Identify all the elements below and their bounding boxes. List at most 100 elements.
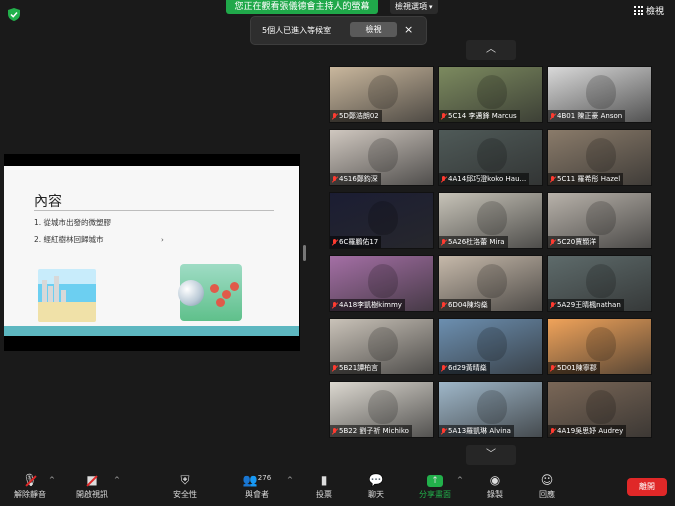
participant-name-label: 5D鄭浩朗02: [330, 110, 382, 122]
waiting-room-view-button[interactable]: 檢視: [350, 22, 397, 37]
participant-name-label: 6D04陳均燊: [439, 299, 491, 311]
city-beach-illustration: [38, 269, 96, 322]
participant-tile[interactable]: 5C20賈顥洋: [547, 192, 652, 249]
participant-tile[interactable]: 4B01 陳正豪 Anson: [547, 66, 652, 123]
video-options-chevron-icon[interactable]: ^: [114, 476, 120, 484]
mic-muted-icon: 🎙: [12, 472, 48, 489]
gallery-next-page-button[interactable]: ﹀: [466, 445, 516, 465]
participant-name-label: 5D01陳寧郡: [548, 362, 600, 374]
participant-name: 5A13羅凱琳 Alvina: [448, 427, 511, 435]
participant-tile[interactable]: 4A19吳思妤 Audrey: [547, 381, 652, 438]
mic-muted-icon: [548, 110, 557, 122]
share-options-chevron-icon[interactable]: ^: [457, 476, 463, 484]
gallery-prev-page-button[interactable]: ︿: [466, 40, 516, 60]
audio-options-chevron-icon[interactable]: ^: [49, 476, 55, 484]
polls-button[interactable]: ▮ 投票: [309, 472, 339, 500]
reactions-button[interactable]: ☺ 回應: [532, 472, 562, 500]
presentation-slide: 內容 1. 從城市出發的微塑膠 2. 經紅樹林回歸城市 ›: [4, 166, 299, 336]
participant-name: 5B22 劉子祈 Michiko: [339, 427, 409, 435]
participant-tile[interactable]: 4S16鄭鈞深: [329, 129, 434, 186]
mic-muted-icon: [439, 110, 448, 122]
participant-name: 5C14 李邁鋒 Marcus: [448, 112, 517, 120]
participant-name: 6d29黃晴燊: [448, 364, 487, 372]
participant-name: 5B21譚柏言: [339, 364, 379, 372]
slide-item: 2. 經紅樹林回歸城市: [34, 235, 104, 244]
participant-name-label: 4B01 陳正豪 Anson: [548, 110, 626, 122]
participant-name-label: 5C20賈顥洋: [548, 236, 600, 248]
grid-icon: [634, 6, 643, 15]
participant-tile[interactable]: 5A13羅凱琳 Alvina: [438, 381, 543, 438]
waiting-room-notice: 5個人已進入等候室 檢視 ×: [250, 16, 427, 45]
participant-name: 5C11 羅希彤 Hazel: [557, 175, 621, 183]
participant-name-label: 5A29王晴楓nathan: [548, 299, 624, 311]
participant-video: [586, 390, 616, 424]
participant-name: 5D鄭浩朗02: [339, 112, 379, 120]
participant-name: 4A18李凱樹kimmy: [339, 301, 402, 309]
start-video-button[interactable]: ■ 開啟視訊: [72, 472, 112, 500]
leave-meeting-button[interactable]: 離開: [627, 478, 667, 496]
participant-tile[interactable]: 5C11 羅希彤 Hazel: [547, 129, 652, 186]
participant-tile[interactable]: 6d29黃晴燊: [438, 318, 543, 375]
participant-tile[interactable]: 5C14 李邁鋒 Marcus: [438, 66, 543, 123]
participants-label: 與會者: [245, 490, 269, 499]
reactions-label: 回應: [539, 490, 555, 499]
emoji-plus-icon: ☺: [540, 473, 554, 487]
security-label: 安全性: [173, 490, 197, 499]
unmute-button[interactable]: 🎙 解除靜音: [12, 472, 48, 500]
viewing-share-banner: 您正在觀看張儀德會主持人的螢幕: [226, 0, 378, 14]
view-button[interactable]: 檢視: [634, 6, 664, 18]
participant-name-label: 6C羅鵬佑17: [330, 236, 382, 248]
share-screen-label: 分享畫面: [419, 490, 451, 499]
participant-video: [477, 390, 507, 424]
participants-icon: 👥276: [242, 473, 272, 487]
participant-tile[interactable]: 4A18李凱樹kimmy: [329, 255, 434, 312]
share-screen-button[interactable]: ↑ 分享畫面: [414, 472, 456, 500]
participant-video: [586, 327, 616, 361]
participant-count: 276: [257, 474, 272, 482]
mic-muted-icon: [548, 173, 557, 185]
participant-video: [586, 201, 616, 235]
mic-muted-icon: [548, 362, 557, 374]
participant-video: [477, 327, 507, 361]
mic-muted-icon: [330, 425, 339, 437]
participant-tile[interactable]: 5D鄭浩朗02: [329, 66, 434, 123]
participant-tile[interactable]: 5A26杜洛蕾 Mira: [438, 192, 543, 249]
split-resize-handle[interactable]: [303, 245, 306, 261]
participant-video: [477, 264, 507, 298]
participant-video: [368, 138, 398, 172]
participant-name: 4S16鄭鈞深: [339, 175, 378, 183]
record-button[interactable]: ◉ 錄製: [480, 472, 510, 500]
participants-chevron-icon[interactable]: ^: [287, 476, 293, 484]
participant-name: 4A14邱巧澄koko Hau...: [448, 175, 527, 183]
mic-muted-icon: [439, 236, 448, 248]
view-options-button[interactable]: 檢視選項 ▾: [390, 0, 438, 14]
waiting-room-message: 5個人已進入等候室: [262, 26, 332, 35]
security-button[interactable]: ⛨ 安全性: [168, 472, 202, 500]
start-video-label: 開啟視訊: [76, 490, 108, 499]
participant-tile[interactable]: 6D04陳均燊: [438, 255, 543, 312]
slide-footer-bar: [4, 326, 299, 336]
participant-name-label: 5C14 李邁鋒 Marcus: [439, 110, 520, 122]
participant-tile[interactable]: 5D01陳寧郡: [547, 318, 652, 375]
participant-name: 4A19吳思妤 Audrey: [557, 427, 624, 435]
participant-tile[interactable]: 5A29王晴楓nathan: [547, 255, 652, 312]
slide-item: 1. 從城市出發的微塑膠: [34, 218, 112, 227]
participant-video: [477, 138, 507, 172]
slide-mark: ›: [161, 236, 164, 244]
mic-muted-icon: [439, 362, 448, 374]
close-icon[interactable]: ×: [404, 22, 413, 37]
participant-tile[interactable]: 4A14邱巧澄koko Hau...: [438, 129, 543, 186]
shield-check-icon[interactable]: [8, 8, 20, 21]
participant-name-label: 5C11 羅希彤 Hazel: [548, 173, 624, 185]
participant-name-label: 4A19吳思妤 Audrey: [548, 425, 627, 437]
participants-button[interactable]: 👥276 與會者: [237, 472, 277, 500]
participant-name: 5A29王晴楓nathan: [557, 301, 621, 309]
mic-muted-icon: [330, 173, 339, 185]
mic-muted-icon: [330, 362, 339, 374]
mic-muted-icon: [439, 425, 448, 437]
chat-button[interactable]: 💬 聊天: [361, 472, 391, 500]
participant-tile[interactable]: 6C羅鵬佑17: [329, 192, 434, 249]
participant-tile[interactable]: 5B22 劉子祈 Michiko: [329, 381, 434, 438]
participant-name: 5C20賈顥洋: [557, 238, 597, 246]
participant-tile[interactable]: 5B21譚柏言: [329, 318, 434, 375]
